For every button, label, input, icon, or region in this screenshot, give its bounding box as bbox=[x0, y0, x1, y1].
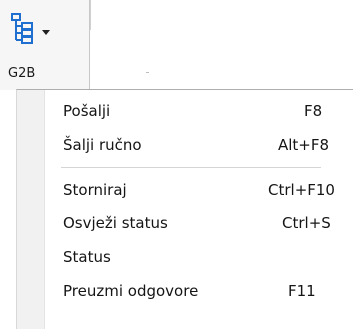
menu-item-osvjezi-status[interactable]: Osvježi status Ctrl+S bbox=[46, 208, 346, 240]
menu-item-shortcut: Ctrl+S bbox=[282, 214, 331, 232]
menu-item-shortcut: Ctrl+F10 bbox=[268, 181, 335, 199]
menu-item-posalji[interactable]: Pošalji F8 bbox=[46, 96, 346, 128]
g2b-dropdown-button[interactable]: G2B bbox=[0, 0, 90, 90]
tree-hierarchy-icon bbox=[11, 13, 33, 44]
chevron-down-icon[interactable] bbox=[42, 30, 50, 35]
menu-item-label: Šalji ručno bbox=[63, 136, 142, 154]
g2b-button-label: G2B bbox=[8, 66, 36, 81]
menu-item-label: Pošalji bbox=[63, 102, 111, 120]
menu-item-storniraj[interactable]: Storniraj Ctrl+F10 bbox=[46, 175, 346, 207]
menu-item-label: Storniraj bbox=[63, 181, 127, 199]
divider-mark bbox=[146, 72, 149, 73]
menu-item-status[interactable]: Status bbox=[46, 242, 346, 274]
menu-item-label: Status bbox=[63, 248, 111, 266]
menu-item-shortcut: F11 bbox=[288, 282, 316, 300]
menu-separator bbox=[61, 167, 321, 168]
toolbar-divider bbox=[90, 0, 91, 30]
ribbon-toolbar: G2B bbox=[0, 0, 353, 90]
g2b-dropdown-menu: Pošalji F8 Šalji ručno Alt+F8 Storniraj … bbox=[16, 89, 353, 329]
menu-item-preuzmi-odgovore[interactable]: Preuzmi odgovore F11 bbox=[46, 276, 346, 308]
menu-item-shortcut: F8 bbox=[304, 102, 323, 120]
menu-item-shortcut: Alt+F8 bbox=[278, 136, 330, 154]
menu-item-salji-rucno[interactable]: Šalji ručno Alt+F8 bbox=[46, 130, 346, 162]
menu-icon-gutter bbox=[17, 90, 46, 329]
menu-item-label: Osvježi status bbox=[63, 214, 168, 232]
menu-item-label: Preuzmi odgovore bbox=[63, 282, 199, 300]
